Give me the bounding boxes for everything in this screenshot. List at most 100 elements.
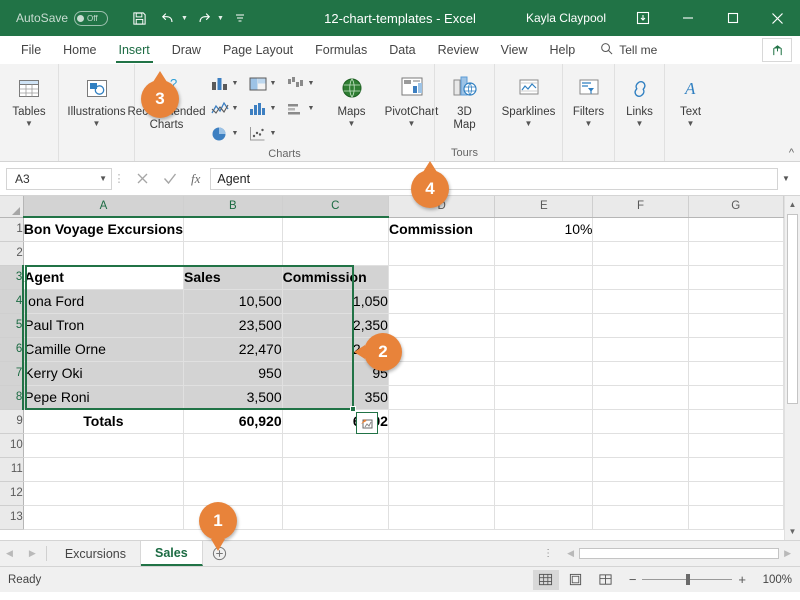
cell-f13[interactable] — [592, 505, 689, 530]
cell-e10[interactable] — [494, 433, 594, 458]
cell-g10[interactable] — [688, 433, 784, 458]
cell-e2[interactable] — [494, 241, 594, 266]
statistic-chart-dropdown-icon[interactable]: ▼ — [270, 105, 277, 112]
maps-dropdown-icon[interactable]: ▼ — [348, 119, 356, 128]
horizontal-scrollbar[interactable]: ◀ ▶ — [562, 541, 800, 566]
column-header-g[interactable]: G — [688, 196, 784, 218]
cell-c5[interactable]: 2,350 — [282, 313, 389, 338]
previous-sheet-icon[interactable]: ◀ — [6, 548, 13, 559]
row-header-5[interactable]: 5 — [0, 313, 25, 338]
column-header-b[interactable]: B — [183, 196, 283, 218]
cell-d3[interactable] — [388, 265, 496, 290]
tab-view[interactable]: View — [490, 36, 539, 64]
tab-page-layout[interactable]: Page Layout — [212, 36, 304, 64]
cell-d9[interactable] — [388, 409, 496, 434]
vertical-scrollbar[interactable]: ▲ ▼ — [784, 196, 800, 540]
row-header-6[interactable]: 6 — [0, 337, 25, 362]
row-header-2[interactable]: 2 — [0, 241, 24, 266]
text-button[interactable]: A Text ▼ — [666, 68, 716, 128]
cell-f10[interactable] — [592, 433, 689, 458]
text-dropdown-icon[interactable]: ▼ — [687, 119, 695, 128]
maps-button[interactable]: Maps ▼ — [328, 68, 376, 128]
cell-a2[interactable] — [23, 241, 185, 266]
cell-c2[interactable] — [282, 241, 389, 266]
tab-review[interactable]: Review — [427, 36, 490, 64]
cell-g7[interactable] — [688, 361, 784, 386]
cell-e1[interactable]: 10% — [494, 217, 594, 242]
links-dropdown-icon[interactable]: ▼ — [636, 119, 644, 128]
sheet-tab-excursions[interactable]: Excursions — [50, 541, 141, 566]
zoom-level[interactable]: 100% — [756, 574, 792, 586]
normal-view-button[interactable] — [532, 569, 559, 590]
cell-a9[interactable]: Totals — [23, 409, 185, 434]
row-header-7[interactable]: 7 — [0, 361, 25, 386]
cell-f4[interactable] — [592, 289, 689, 314]
cell-g11[interactable] — [688, 457, 784, 482]
tables-button[interactable]: Tables ▼ — [0, 68, 60, 128]
cell-f8[interactable] — [592, 385, 689, 410]
cell-g9[interactable] — [688, 409, 784, 434]
save-icon[interactable] — [126, 6, 152, 30]
name-box-dropdown-icon[interactable]: ▼ — [99, 174, 107, 183]
column-header-a[interactable]: A — [23, 196, 185, 218]
cell-f7[interactable] — [592, 361, 689, 386]
illustrations-dropdown-icon[interactable]: ▼ — [93, 119, 101, 128]
scatter-chart-icon[interactable]: ▼ — [248, 125, 286, 143]
cell-g5[interactable] — [688, 313, 784, 338]
cell-f9[interactable] — [592, 409, 689, 434]
waterfall-chart-dropdown-icon[interactable]: ▼ — [308, 80, 315, 87]
cell-g12[interactable] — [688, 481, 784, 506]
cell-b5[interactable]: 23,500 — [183, 313, 283, 338]
vertical-scroll-thumb[interactable] — [787, 214, 798, 404]
cell-a4[interactable]: Iona Ford — [23, 289, 185, 314]
cell-f12[interactable] — [592, 481, 689, 506]
cell-a13[interactable] — [23, 505, 185, 530]
cell-a12[interactable] — [23, 481, 185, 506]
maximize-button[interactable] — [710, 0, 755, 36]
cell-b3[interactable]: Sales — [183, 265, 283, 290]
horizontal-scroll-thumb[interactable] — [579, 548, 780, 559]
close-button[interactable] — [755, 0, 800, 36]
scroll-down-button[interactable]: ▼ — [785, 523, 800, 540]
cell-g13[interactable] — [688, 505, 784, 530]
cell-a11[interactable] — [23, 457, 185, 482]
expand-formula-bar-icon[interactable]: ▼ — [778, 174, 794, 183]
tab-home[interactable]: Home — [52, 36, 107, 64]
cell-c13[interactable] — [282, 505, 389, 530]
redo-icon[interactable] — [191, 6, 217, 30]
customize-qat-icon[interactable] — [227, 6, 253, 30]
cell-b6[interactable]: 22,470 — [183, 337, 283, 362]
cancel-icon[interactable] — [136, 172, 149, 185]
cell-d12[interactable] — [388, 481, 496, 506]
share-button[interactable] — [762, 38, 792, 62]
enter-icon[interactable] — [163, 172, 177, 185]
cell-e8[interactable] — [494, 385, 594, 410]
quick-analysis-button[interactable] — [356, 412, 378, 434]
scroll-up-button[interactable]: ▲ — [785, 196, 800, 213]
cell-d7[interactable] — [388, 361, 496, 386]
zoom-slider[interactable]: − + — [629, 572, 746, 587]
cell-g4[interactable] — [688, 289, 784, 314]
cell-a8[interactable]: Pepe Roni — [23, 385, 185, 410]
cell-d13[interactable] — [388, 505, 496, 530]
pie-chart-dropdown-icon[interactable]: ▼ — [232, 130, 239, 137]
cell-e6[interactable] — [494, 337, 594, 362]
formula-input[interactable]: Agent — [210, 167, 778, 190]
cell-e9[interactable] — [494, 409, 594, 434]
combo-chart-dropdown-icon[interactable]: ▼ — [308, 105, 315, 112]
cell-a7[interactable]: Kerry Oki — [23, 361, 185, 386]
tab-file[interactable]: File — [10, 36, 52, 64]
row-header-10[interactable]: 10 — [0, 433, 24, 458]
select-all-corner[interactable] — [0, 196, 24, 218]
cell-d11[interactable] — [388, 457, 496, 482]
tab-help[interactable]: Help — [539, 36, 587, 64]
row-header-11[interactable]: 11 — [0, 457, 24, 482]
undo-icon[interactable] — [155, 6, 181, 30]
scroll-right-button[interactable]: ▶ — [779, 548, 796, 559]
cell-d1[interactable]: Commission — [388, 217, 496, 242]
cell-b2[interactable] — [183, 241, 283, 266]
cell-a3[interactable]: Agent — [23, 265, 185, 290]
row-header-8[interactable]: 8 — [0, 385, 25, 410]
scroll-left-button[interactable]: ◀ — [562, 548, 579, 559]
cell-f11[interactable] — [592, 457, 689, 482]
